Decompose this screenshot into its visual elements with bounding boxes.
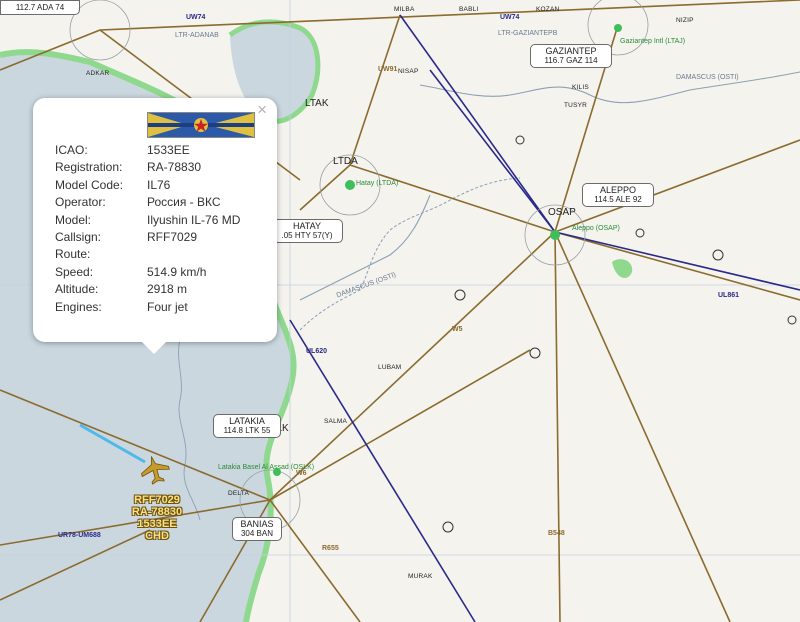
navaid-aleppo-name: ALEPPO: [599, 185, 637, 195]
info-value: [147, 247, 267, 264]
navaid-latakia-name: LATAKIA: [229, 416, 265, 426]
route-label-w5: W5: [452, 326, 463, 333]
aircraft-registration: RA-78830: [131, 506, 183, 518]
airport-name-latakia: Latakia Basel Al Assad (OSLK): [218, 464, 315, 471]
border-label-ltr-gaziantepb: LTR-GAZIANTEPB: [498, 30, 558, 37]
airport-name-gaziantep: Gaziantep Intl (LTAJ): [620, 38, 686, 45]
route-label-ul861: UL861: [718, 292, 740, 299]
info-value: Ilyushin IL-76 MD: [147, 212, 241, 227]
info-key: Speed:: [55, 264, 94, 279]
airport-ltaj-icon[interactable]: [614, 24, 622, 32]
navaid-aleppo-freq: 114.5 ALE 92: [594, 195, 642, 204]
info-key: Model:: [55, 212, 92, 227]
info-row-route: Route:: [55, 247, 267, 264]
airport-name-aleppo: Aleppo (OSAP): [572, 225, 620, 232]
info-row-registration: Registration: RA-78830: [55, 160, 267, 177]
fix-label-kilis: KILIS: [572, 84, 589, 91]
navaid-banias-name: BANIAS: [240, 519, 274, 529]
route-label-uw74-b: UW74: [500, 14, 520, 21]
info-row-engines: Engines: Four jet: [55, 300, 267, 317]
fix-label-murak: MURAK: [408, 573, 433, 580]
info-value: RFF7029: [147, 229, 198, 244]
info-key: Registration:: [55, 160, 123, 175]
navaid-latakia-freq: 114.8 LTK 55: [223, 426, 271, 435]
navaid-adana-freq: 112.7 ADA 74: [15, 3, 65, 12]
border-label-ltr-adanab: LTR-ADANAB: [175, 32, 219, 39]
info-row-model-code: Model Code: IL76: [55, 178, 267, 195]
navaid-gaziantep[interactable]: GAZIANTEP 116.7 GAZ 114: [530, 44, 612, 68]
info-row-altitude: Altitude: 2918 m: [55, 282, 267, 299]
info-key: Model Code:: [55, 177, 124, 192]
fix-label-nisap: NISAP: [398, 68, 419, 75]
info-row-speed: Speed: 514.9 km/h: [55, 265, 267, 282]
info-row-callsign: Callsign: RFF7029: [55, 230, 267, 247]
info-value: Россия - ВКС: [147, 195, 221, 210]
airport-ltda-icon[interactable]: [345, 180, 355, 190]
aircraft-label[interactable]: RFF7029 RA-78830 1533EE CHD: [117, 494, 197, 542]
fix-label-salma: SALMA: [324, 418, 348, 425]
info-key: Altitude:: [55, 282, 99, 297]
airport-code-ltda: LTDA: [333, 156, 358, 167]
route-label-uw74-a: UW74: [186, 14, 206, 21]
fix-label-milba: MILBA: [394, 6, 415, 13]
fix-label-nizip: NIZIP: [676, 17, 694, 24]
aircraft-type-tag: CHD: [145, 530, 169, 542]
border-label-damascus-osti-1: DAMASCUS (OSTI): [676, 74, 739, 81]
info-rows: ICAO: 1533EE Registration: RA-78830 Model …: [55, 143, 267, 317]
info-row-model: Model: Ilyushin IL-76 MD: [55, 213, 267, 230]
navaid-banias-freq: 304 BAN: [240, 529, 274, 538]
airport-osap-icon[interactable]: [550, 230, 560, 240]
airport-code-ltak: LTAK: [305, 98, 329, 109]
fix-label-delta: DELTA: [228, 490, 249, 497]
aircraft-info-popup: × ICAO: 1533EE Registration: RA-78830 Mode…: [33, 98, 277, 354]
navaid-gaziantep-freq: 116.7 GAZ 114: [544, 56, 598, 65]
fix-label-lubam: LUBAM: [378, 364, 402, 371]
route-label-r655: R655: [322, 545, 339, 552]
info-key: ICAO:: [55, 143, 88, 157]
info-row-icao: ICAO: 1533EE: [55, 143, 267, 160]
info-value: IL76: [147, 177, 171, 192]
route-label-ur78: UR78-UM688: [58, 532, 101, 539]
info-value: 2918 m: [147, 282, 188, 297]
aircraft-icao: 1533EE: [137, 518, 177, 530]
route-label-ul620: UL620: [306, 348, 328, 355]
fix-label-kozan: KOZAN: [536, 6, 560, 13]
navaid-hatay-freq: .05 HTY 57(Y): [281, 231, 333, 240]
info-value: 514.9 km/h: [147, 264, 207, 279]
airport-name-hatay: Hatay (LTDA): [356, 180, 399, 187]
route-label-uw91: UW91: [378, 66, 398, 73]
navaid-banias[interactable]: BANIAS 304 BAN: [232, 517, 282, 541]
navaid-gaziantep-name: GAZIANTEP: [545, 46, 597, 56]
fix-label-adkar: ADKAR: [86, 70, 110, 77]
navaid-hatay-name: HATAY: [292, 221, 321, 231]
info-value: 1533EE: [147, 143, 190, 157]
info-key: Route:: [55, 247, 91, 262]
fix-label-tusyr: TUSYR: [564, 102, 588, 109]
fix-label-babli: BABLI: [459, 6, 479, 13]
russian-aerospace-forces-flag-icon: [147, 112, 255, 138]
route-label-b548: B548: [548, 530, 565, 537]
navaid-adana[interactable]: 112.7 ADA 74: [0, 0, 80, 15]
navaid-hatay[interactable]: HATAY .05 HTY 57(Y): [271, 219, 343, 243]
close-button[interactable]: ×: [257, 101, 267, 118]
info-key: Engines:: [55, 299, 102, 314]
info-value: RA-78830: [147, 160, 202, 175]
info-key: Operator:: [55, 195, 106, 210]
navaid-latakia[interactable]: LATAKIA 114.8 LTK 55: [213, 414, 281, 438]
route-label-w6: W6: [296, 470, 307, 477]
info-row-operator: Operator: Россия - ВКС: [55, 195, 267, 212]
info-value: Four jet: [147, 299, 188, 314]
info-key: Callsign:: [55, 229, 102, 244]
aircraft-callsign: RFF7029: [134, 494, 180, 506]
navaid-aleppo[interactable]: ALEPPO 114.5 ALE 92: [582, 183, 654, 207]
airport-code-osap: OSAP: [548, 207, 576, 218]
